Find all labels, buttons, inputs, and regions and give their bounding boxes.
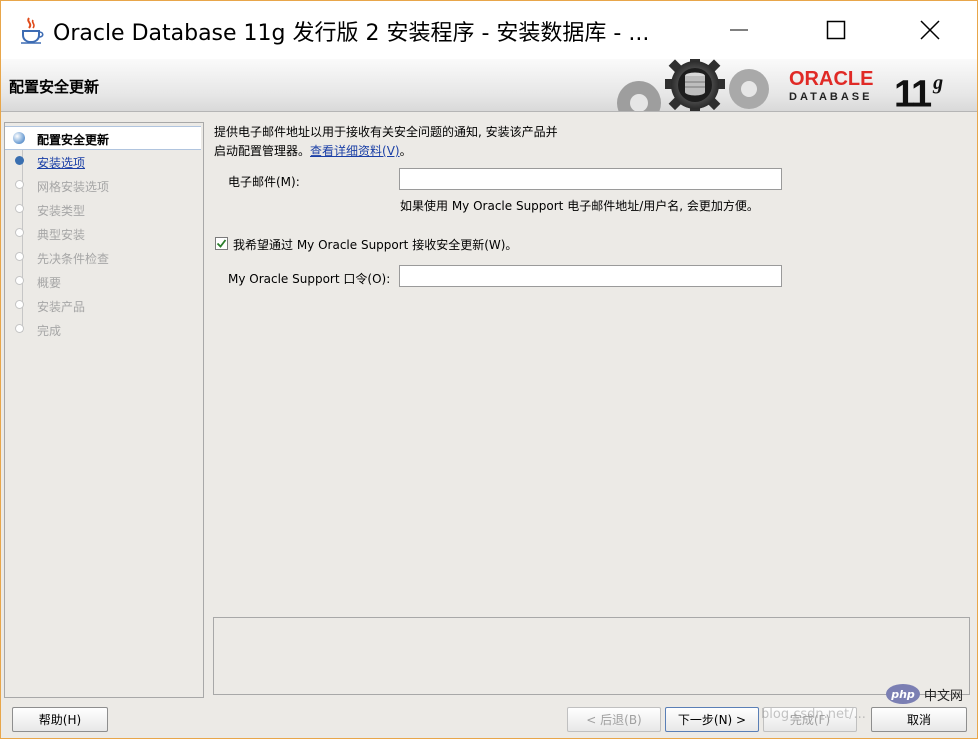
nav-step-label: 安装选项 — [37, 156, 86, 170]
step-navigation: 配置安全更新 安装选项网格安装选项 安装类型典型安装先决条件检查 概要安装产品完成 — [4, 122, 204, 698]
php-site-badge: php 中文网 — [886, 684, 963, 704]
page-title: 配置安全更新 — [9, 78, 100, 96]
cancel-button[interactable]: 取消 — [871, 707, 967, 732]
window-title: Oracle Database 11g 发行版 2 安装程序 - 安装数据库 -… — [53, 21, 650, 46]
checkmark-icon — [216, 239, 227, 248]
password-label: My Oracle Support 口令(O): — [228, 272, 391, 286]
nav-step-item: 典型安装 — [5, 222, 201, 244]
help-button[interactable]: 帮助(H) — [12, 707, 108, 732]
version-number: 11 — [894, 73, 932, 116]
nav-step-label: 先决条件检查 — [37, 252, 110, 266]
nav-step-item: 网格安装选项 — [5, 174, 201, 196]
email-field[interactable] — [399, 168, 782, 190]
email-hint: 如果使用 My Oracle Support 电子邮件地址/用户名, 会更加方便… — [400, 199, 759, 213]
password-field[interactable] — [399, 265, 782, 287]
intro-line-2-text: 启动配置管理器。 — [214, 144, 311, 158]
nav-step-disabled-icon — [15, 252, 24, 261]
nav-step-disabled-icon — [15, 324, 24, 333]
version-logo: 11 g — [894, 67, 943, 116]
close-button[interactable] — [907, 1, 953, 59]
oracle-logo: ORACLE DATABASE — [789, 69, 873, 103]
minimize-icon — [730, 29, 748, 31]
nav-step-item: 完成 — [5, 318, 201, 340]
intro-text: 提供电子邮件地址以用于接收有关安全问题的通知, 安装该产品并 启动配置管理器。查… — [214, 123, 558, 161]
nav-step-label: 安装类型 — [37, 204, 86, 218]
nav-step-label: 完成 — [37, 324, 62, 338]
nav-step-disabled-icon — [15, 204, 24, 213]
message-area — [213, 617, 970, 695]
oracle-brand-text: ORACLE — [789, 68, 874, 90]
intro-line-2-end: 。 — [399, 144, 412, 158]
receive-updates-checkbox[interactable] — [215, 237, 228, 250]
nav-step-label: 概要 — [37, 276, 62, 290]
nav-step-item: 安装类型 — [5, 198, 201, 220]
database-product-text: DATABASE — [789, 91, 873, 103]
email-label: 电子邮件(M): — [228, 175, 300, 189]
header-banner: 配置安全更新 ORACLE DATABASE 11 g — [1, 59, 977, 116]
nav-step-label: 典型安装 — [37, 228, 86, 242]
gears-graphic — [617, 59, 769, 111]
php-logo-icon: php — [886, 684, 920, 704]
java-cup-icon — [21, 17, 44, 44]
nav-step-item: 安装产品 — [5, 294, 201, 316]
next-button[interactable]: 下一步(N) > — [665, 707, 759, 732]
receive-updates-label[interactable]: 我希望通过 My Oracle Support 接收安全更新(W)。 — [233, 236, 517, 253]
minimize-button[interactable] — [716, 1, 762, 59]
version-suffix: g — [933, 72, 943, 94]
nav-step-item[interactable]: 配置安全更新 — [5, 126, 201, 150]
nav-step-disabled-icon — [15, 300, 24, 309]
nav-step-disabled-icon — [15, 180, 24, 189]
maximize-button[interactable] — [813, 1, 859, 59]
nav-step-label: 安装产品 — [37, 300, 86, 314]
nav-step-item[interactable]: 安装选项 — [5, 150, 201, 172]
maximize-icon — [826, 20, 846, 40]
nav-step-disabled-icon — [15, 276, 24, 285]
view-details-link[interactable]: 查看详细资料(V) — [310, 144, 400, 158]
close-icon — [920, 20, 940, 40]
title-bar[interactable]: Oracle Database 11g 发行版 2 安装程序 - 安装数据库 -… — [1, 1, 977, 59]
nav-step-label: 网格安装选项 — [37, 180, 110, 194]
php-site-text: 中文网 — [924, 688, 964, 704]
nav-step-item: 先决条件检查 — [5, 246, 201, 268]
installer-window: Oracle Database 11g 发行版 2 安装程序 - 安装数据库 -… — [0, 0, 978, 739]
nav-step-disabled-icon — [15, 228, 24, 237]
main-content: 提供电子邮件地址以用于接收有关安全问题的通知, 安装该产品并 启动配置管理器。查… — [206, 117, 972, 697]
intro-line-2: 启动配置管理器。查看详细资料(V)。 — [214, 142, 558, 161]
intro-line-1: 提供电子邮件地址以用于接收有关安全问题的通知, 安装该产品并 — [214, 125, 558, 139]
nav-step-item: 概要 — [5, 270, 201, 292]
watermark-text: blog.csdn.net/... — [761, 707, 866, 722]
nav-step-active-icon — [13, 132, 25, 144]
nav-step-label: 配置安全更新 — [37, 133, 110, 147]
nav-step-link-icon — [15, 156, 24, 165]
back-button[interactable]: < 后退(B) — [567, 707, 661, 732]
